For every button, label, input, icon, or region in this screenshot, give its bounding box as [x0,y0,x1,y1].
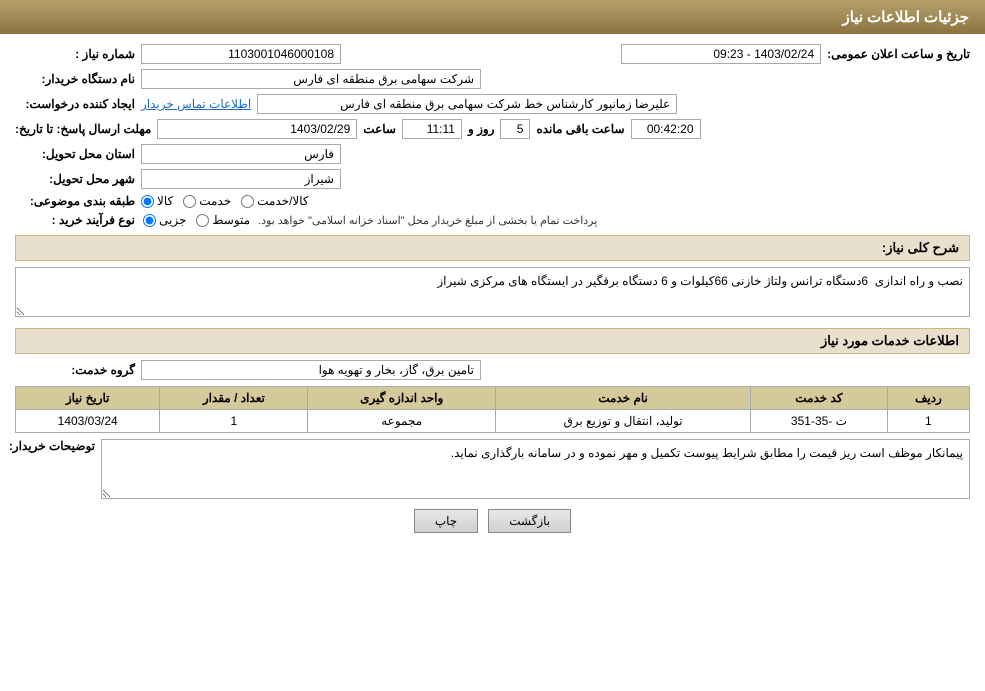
category-radio-kala-khedmat[interactable] [241,195,254,208]
category-label: طبقه بندی موضوعی: [15,194,135,208]
category-option-khedmat: خدمت [183,194,231,208]
city-label: شهر محل تحویل: [15,172,135,186]
back-button[interactable]: بازگشت [488,509,571,533]
deadline-days: 5 [500,119,530,139]
buyer-notes-textarea[interactable]: پیمانکار موظف است ریز قیمت را مطابق شرای… [101,439,970,499]
process-radio-group: متوسط جزیی [143,213,250,227]
process-option-jozei: جزیی [143,213,186,227]
creator-label: ایجاد کننده درخواست: [15,97,135,111]
service-group-label: گروه خدمت: [15,363,135,377]
need-number-label: شماره نیاز : [15,47,135,61]
buyer-notes-row: پیمانکار موظف است ریز قیمت را مطابق شرای… [15,439,970,499]
category-option-label-1: کالا [157,194,173,208]
services-section-title: اطلاعات خدمات مورد نیاز [15,328,970,354]
print-button[interactable]: چاپ [414,509,478,533]
content-area: تاریخ و ساعت اعلان عمومی: 1403/02/24 - 0… [0,34,985,553]
category-row: کالا/خدمت خدمت کالا طبقه بندی موضوعی: [15,194,970,208]
announce-right: 1103001046000108 شماره نیاز : [15,44,341,64]
deadline-remaining-label: ساعت باقی مانده [536,122,624,136]
description-textarea[interactable]: نصب و راه اندازی 6دستگاه ترانس ولتاژ خاز… [15,267,970,317]
deadline-time-label: ساعت [363,122,396,136]
process-label-2: متوسط [212,213,250,227]
table-header-row: ردیف [887,387,969,410]
table-cell-code: ت -35-351 [751,410,888,433]
announce-left: تاریخ و ساعت اعلان عمومی: 1403/02/24 - 0… [621,44,970,64]
deadline-remaining: 00:42:20 [631,119,701,139]
category-option-kala: کالا [141,194,173,208]
table-row: 1ت -35-351تولید، انتقال و توزیع برقمجموع… [16,410,970,433]
announce-value: 1403/02/24 - 09:23 [621,44,821,64]
creator-row: علیرضا زمانپور کارشناس خط شرکت سهامی برق… [15,94,970,114]
creator-link[interactable]: اطلاعات تماس خریدار [141,97,251,111]
province-row: فارس استان محل تحویل: [15,144,970,164]
table-header-date: تاریخ نیاز [16,387,160,410]
table-header-qty: تعداد / مقدار [160,387,308,410]
process-label: نوع فرآیند خرید : [15,213,135,227]
table-header-code: کد خدمت [751,387,888,410]
buyer-notes-label: توضیحات خریدار: [15,439,95,453]
announce-label: تاریخ و ساعت اعلان عمومی: [827,47,970,61]
process-row: پرداخت تمام یا بخشی از مبلغ خریدار محل "… [15,213,970,227]
category-option-label-3: کالا/خدمت [257,194,308,208]
header-bar: جزئیات اطلاعات نیاز [0,0,985,34]
category-radio-khedmat[interactable] [183,195,196,208]
category-option-kala-khedmat: کالا/خدمت [241,194,308,208]
page-container: جزئیات اطلاعات نیاز تاریخ و ساعت اعلان ع… [0,0,985,691]
deadline-time: 11:11 [402,119,462,139]
creator-value: علیرضا زمانپور کارشناس خط شرکت سهامی برق… [257,94,677,114]
deadline-date: 1403/02/29 [157,119,357,139]
need-number-value: 1103001046000108 [141,44,341,64]
city-row: شیراز شهر محل تحویل: [15,169,970,189]
province-value: فارس [141,144,341,164]
deadline-row: 00:42:20 ساعت باقی مانده 5 روز و 11:11 س… [15,119,970,139]
page-title: جزئیات اطلاعات نیاز [16,8,969,26]
service-group-row: تامین برق، گاز، بخار و تهویه هوا گروه خد… [15,360,970,380]
services-table: ردیف کد خدمت نام خدمت واحد اندازه گیری ت… [15,386,970,433]
buttons-row: بازگشت چاپ [15,509,970,533]
city-value: شیراز [141,169,341,189]
category-radio-group: کالا/خدمت خدمت کالا [141,194,309,208]
process-radio-jozei[interactable] [143,214,156,227]
requester-org-label: نام دستگاه خریدار: [15,72,135,86]
requester-org-row: شرکت سهامی برق منطقه ای فارس نام دستگاه … [15,69,970,89]
process-note: پرداخت تمام یا بخشی از مبلغ خریدار محل "… [258,214,597,227]
process-radio-mote[interactable] [196,214,209,227]
table-cell-row: 1 [887,410,969,433]
top-info-row: تاریخ و ساعت اعلان عمومی: 1403/02/24 - 0… [15,44,970,64]
deadline-label: مهلت ارسال پاسخ: تا تاریخ: [15,122,151,136]
table-cell-name: تولید، انتقال و توزیع برق [496,410,751,433]
table-cell-quantity: 1 [160,410,308,433]
table-header-name: نام خدمت [496,387,751,410]
table-cell-date: 1403/03/24 [16,410,160,433]
process-label-1: جزیی [159,213,186,227]
requester-org-value: شرکت سهامی برق منطقه ای فارس [141,69,481,89]
deadline-days-label: روز و [468,122,495,136]
description-section-title: شرح کلی نیاز: [15,235,970,261]
category-radio-kala[interactable] [141,195,154,208]
category-option-label-2: خدمت [199,194,231,208]
province-label: استان محل تحویل: [15,147,135,161]
process-option-mote: متوسط [196,213,250,227]
table-cell-unit: مجموعه [308,410,496,433]
service-group-value: تامین برق، گاز، بخار و تهویه هوا [141,360,481,380]
table-header-unit: واحد اندازه گیری [308,387,496,410]
description-area: نصب و راه اندازی 6دستگاه ترانس ولتاژ خاز… [15,267,970,320]
